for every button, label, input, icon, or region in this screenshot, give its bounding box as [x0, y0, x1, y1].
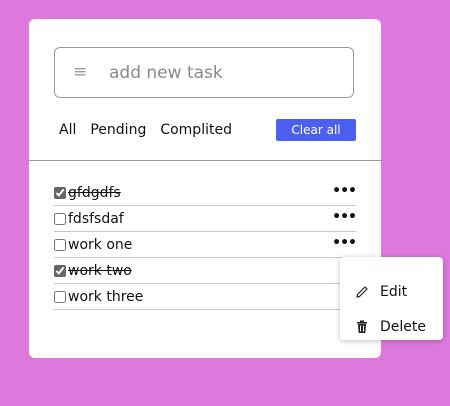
task-input-box[interactable]: ≡: [54, 47, 354, 98]
list-icon: ≡: [73, 62, 88, 82]
task-label: gfdgdfs: [68, 184, 121, 201]
delete-label: Delete: [380, 319, 426, 335]
task-row: gfdgdfs •••: [54, 180, 357, 206]
task-checkbox[interactable]: [54, 238, 66, 251]
task-context-menu: Edit Delete: [340, 257, 443, 340]
more-options-icon[interactable]: •••: [332, 184, 357, 198]
edit-label: Edit: [380, 284, 408, 300]
pencil-icon: [356, 286, 368, 298]
trash-icon: [357, 320, 367, 333]
more-options-icon[interactable]: •••: [332, 236, 357, 250]
filter-all[interactable]: All: [59, 122, 76, 138]
clear-all-button[interactable]: Clear all: [276, 119, 356, 141]
task-label: fdsfsdaf: [68, 210, 124, 227]
task-row: work three: [54, 284, 356, 310]
task-row: fdsfsdaf •••: [54, 206, 357, 232]
task-input[interactable]: [107, 57, 341, 89]
task-checkbox[interactable]: [54, 186, 66, 199]
filter-pending[interactable]: Pending: [90, 122, 146, 138]
task-checkbox[interactable]: [54, 212, 66, 225]
filter-bar: All Pending Complited: [59, 119, 246, 141]
edit-menu-item[interactable]: Edit: [340, 275, 443, 309]
task-row: work one •••: [54, 232, 357, 258]
task-label: work one: [68, 236, 133, 253]
delete-menu-item[interactable]: Delete: [340, 310, 443, 344]
todo-card: ≡ All Pending Complited Clear all gfdgdf…: [29, 19, 381, 358]
divider: [29, 160, 381, 161]
task-checkbox[interactable]: [54, 264, 66, 277]
task-list: gfdgdfs ••• fdsfsdaf ••• work one ••• wo…: [54, 180, 357, 310]
task-row: work two: [54, 258, 356, 284]
task-label: work two: [68, 262, 132, 279]
task-label: work three: [68, 288, 144, 305]
more-options-icon[interactable]: •••: [332, 210, 357, 224]
filter-completed[interactable]: Complited: [160, 122, 232, 138]
task-checkbox[interactable]: [54, 290, 66, 303]
